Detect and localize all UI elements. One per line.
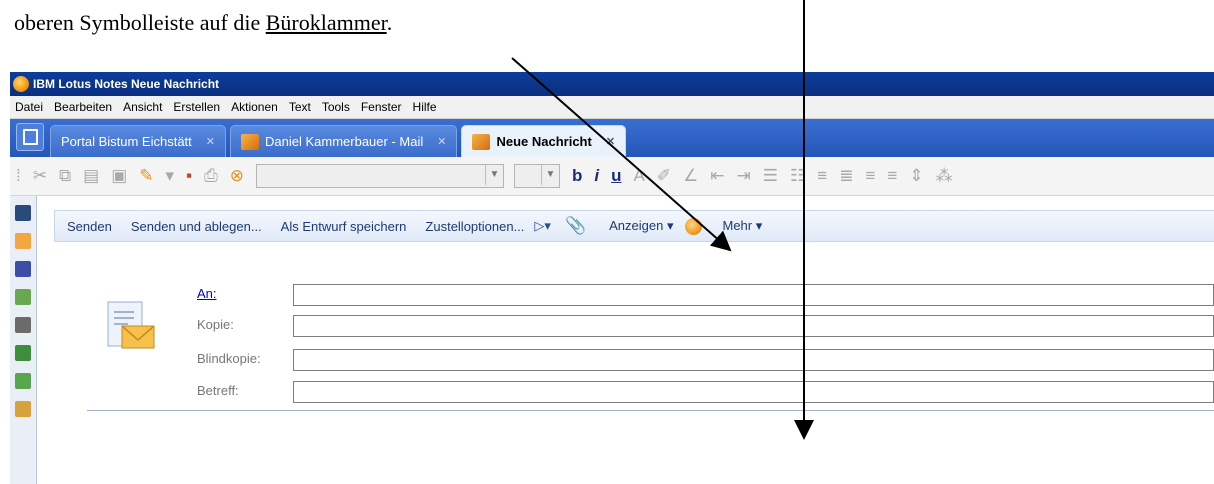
tab-label: Daniel Kammerbauer - Mail [265,134,424,149]
replicator-icon[interactable] [15,373,31,389]
paste-special-icon[interactable]: ▣ [111,166,127,186]
open-list-icon[interactable] [15,401,31,417]
new-message-icon [472,133,491,150]
contacts-icon[interactable] [15,261,31,277]
tab-label: Neue Nachricht [496,134,592,149]
menu-text[interactable]: Text [289,100,311,114]
flag-icon[interactable]: ▷▾ [534,218,551,234]
send-and-file-button[interactable]: Senden und ablegen... [131,219,262,234]
tab-portal-bistum[interactable]: Portal Bistum Eichstätt ✕ [50,125,226,157]
side-shelf [10,196,37,484]
align-right-icon[interactable]: ≡ [887,166,897,186]
delivery-options-button[interactable]: Zustelloptionen... [425,219,524,234]
italic-icon[interactable]: i [594,166,599,186]
menu-fenster[interactable]: Fenster [361,100,402,114]
menu-ansicht[interactable]: Ansicht [123,100,162,114]
todo-icon[interactable] [15,345,31,361]
instruction-text-part: oberen Symbolleiste auf die [14,10,266,35]
subject-field[interactable] [293,381,1214,403]
spellcheck-icon[interactable]: ⁂ [936,166,953,186]
font-name-select[interactable]: ▼ [255,164,504,188]
menu-tools[interactable]: Tools [322,100,350,114]
lotus-notes-window: IBM Lotus Notes Neue Nachricht Datei Bea… [10,72,1214,484]
underline-icon[interactable]: u [611,166,621,186]
instruction-period: . [386,10,393,35]
save-icon[interactable]: ▪ [186,166,192,186]
formatting-toolbar: ⁞ ✂ ⧉ ▤ ▣ ✎ ▾ ▪ ⎙ ⊗ ▼ ▼ b i u A ✐ ∠ ⇤ ⇥ … [10,157,1214,196]
display-menu-button[interactable]: Anzeigen ▾ [609,218,673,234]
window-switcher-button[interactable] [16,123,44,151]
notebook-icon[interactable] [15,317,31,333]
pen-dropdown-icon[interactable]: ∠ [683,166,698,186]
menu-hilfe[interactable]: Hilfe [413,100,437,114]
toolbar-grip-icon: ⁞ [16,166,21,185]
window-titlebar: IBM Lotus Notes Neue Nachricht [10,72,1214,96]
bullet-list-icon[interactable]: ☰ [763,166,778,186]
text-color-icon[interactable]: A [633,166,644,186]
line-spacing-icon[interactable]: ⇕ [909,166,923,186]
align-center-icon[interactable]: ≡ [817,166,827,186]
cut-icon[interactable]: ✂ [33,166,47,186]
save-draft-button[interactable]: Als Entwurf speichern [281,219,407,234]
subject-field-label: Betreff: [197,383,239,398]
numbered-list-icon[interactable]: ☷ [790,166,805,186]
bcc-field[interactable] [293,349,1214,371]
bold-icon[interactable]: b [572,166,582,186]
mail-icon[interactable] [15,233,31,249]
menu-aktionen[interactable]: Aktionen [231,100,278,114]
menu-bar: Datei Bearbeiten Ansicht Erstellen Aktio… [10,96,1214,119]
lotus-notes-app-icon [13,76,29,92]
tab-bar: Portal Bistum Eichstätt ✕ Daniel Kammerb… [10,119,1214,157]
mail-folder-icon [241,133,259,150]
display-label: Anzeigen [609,218,664,233]
tab-new-message[interactable]: Neue Nachricht ✕ [461,125,627,157]
bcc-field-label: Blindkopie: [197,351,261,366]
copy-icon[interactable]: ⧉ [59,166,71,186]
header-body-divider [87,410,1214,411]
to-field[interactable] [293,284,1214,306]
close-icon[interactable]: ✕ [437,135,446,148]
chevron-down-icon[interactable]: ▼ [484,165,503,185]
window-title: IBM Lotus Notes Neue Nachricht [33,77,220,91]
paperclip-term: Büroklammer [265,10,387,35]
dropdown-arrow-icon[interactable]: ▾ [166,166,175,186]
paperclip-icon[interactable]: 📎 [565,216,586,236]
menu-datei[interactable]: Datei [15,100,43,114]
menu-bearbeiten[interactable]: Bearbeiten [54,100,112,114]
tab-label: Portal Bistum Eichstätt [61,134,192,149]
to-field-label[interactable]: An: [197,286,217,301]
paste-icon[interactable]: ▤ [83,166,99,186]
close-icon[interactable]: ✕ [606,135,615,148]
new-icon[interactable]: ✎ [139,166,153,186]
calendar-icon[interactable] [15,289,31,305]
print-icon[interactable]: ⎙ [204,166,218,186]
cc-field[interactable] [293,315,1214,337]
align-left-icon[interactable]: ≡ [865,166,875,186]
sametime-icon[interactable] [685,217,703,235]
tab-mail[interactable]: Daniel Kammerbauer - Mail ✕ [230,125,458,157]
more-menu-button[interactable]: Mehr ▾ [722,218,762,234]
chevron-down-icon[interactable]: ▼ [540,165,559,185]
align-justify-icon[interactable]: ≣ [839,166,853,186]
cc-field-label: Kopie: [197,317,234,332]
binoculars-icon[interactable] [15,205,31,221]
font-size-select[interactable]: ▼ [513,164,560,188]
send-button[interactable]: Senden [67,219,112,234]
stop-icon[interactable]: ⊗ [230,166,244,186]
outdent-icon[interactable]: ⇤ [710,166,724,186]
document-instruction-text: oberen Symbolleiste auf die Büroklammer. [14,10,392,36]
highlight-icon[interactable]: ✐ [657,166,671,186]
menu-erstellen[interactable]: Erstellen [173,100,220,114]
indent-icon[interactable]: ⇥ [737,166,751,186]
more-label: Mehr [722,218,753,233]
close-icon[interactable]: ✕ [206,135,215,148]
mail-action-bar: Senden Senden und ablegen... Als Entwurf… [54,210,1214,242]
new-mail-memo-icon [107,301,155,349]
